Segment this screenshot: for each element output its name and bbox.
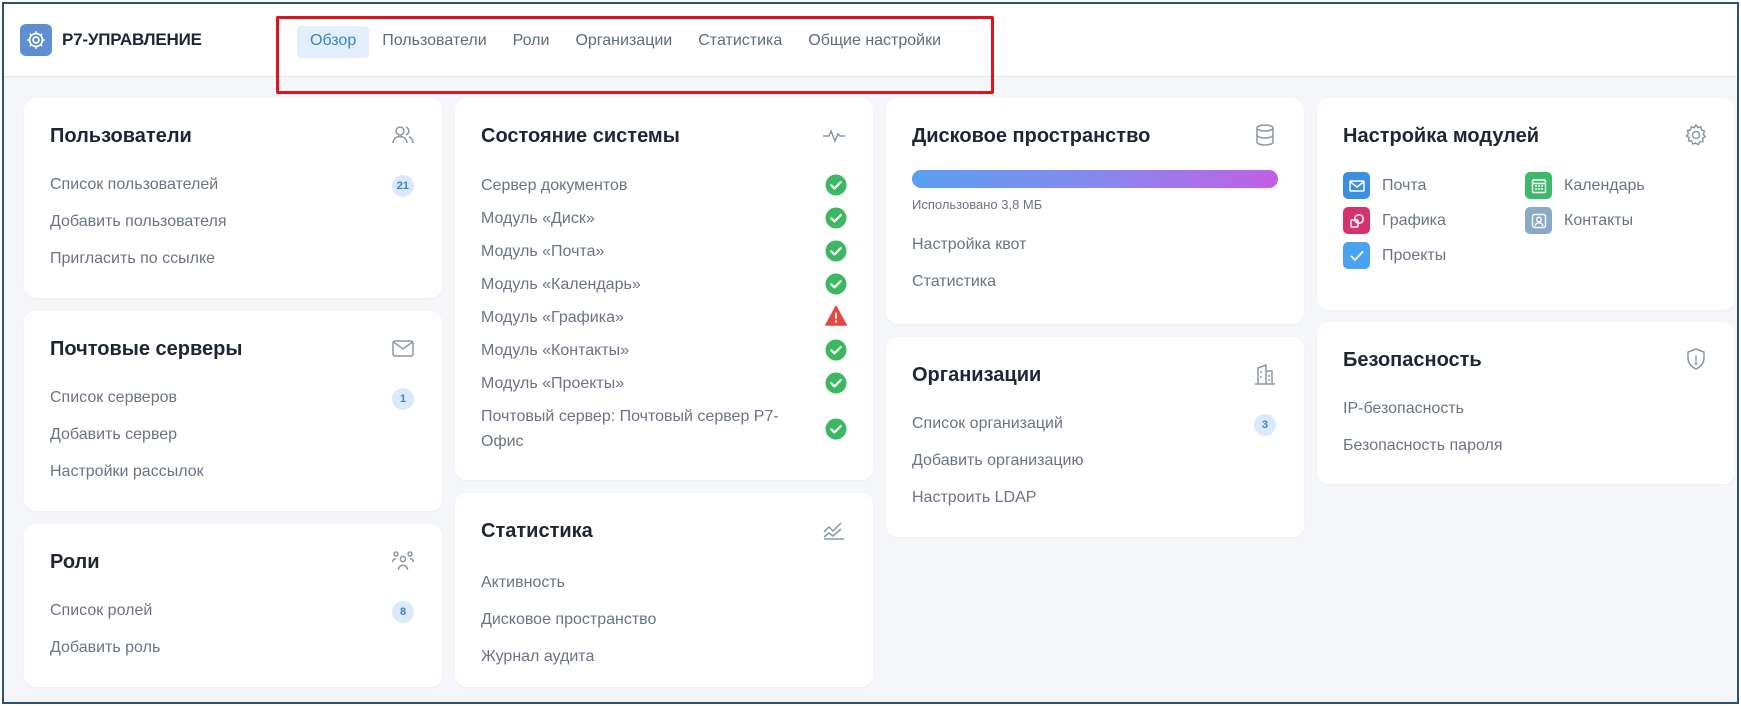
add-org-link[interactable]: Добавить организацию xyxy=(912,452,1083,470)
add-server-link[interactable]: Добавить сервер xyxy=(50,426,177,444)
modules-card: Настройка модулей Почта Календарь График… xyxy=(1317,98,1735,310)
disk-stats-link[interactable]: Дисковое пространство xyxy=(481,611,656,629)
roles-icon xyxy=(390,548,416,574)
statistics-card: Статистика Активность Дисковое пространс… xyxy=(455,493,873,687)
calendar-module-icon xyxy=(1525,172,1552,199)
quota-settings-link[interactable]: Настройка квот xyxy=(912,236,1026,254)
check-circle-icon xyxy=(825,174,847,196)
pulse-icon xyxy=(821,122,847,148)
invite-link[interactable]: Пригласить по ссылке xyxy=(50,250,215,268)
status-label: Модуль «Диск» xyxy=(481,210,595,227)
roles-count-badge: 8 xyxy=(392,601,414,623)
disk-space-card: Дисковое пространство Использовано 3,8 М… xyxy=(886,98,1304,324)
disk-used-text: Использовано 3,8 МБ xyxy=(912,197,1043,212)
app-window: Р7-УПРАВЛЕНИЕ Обзор Пользователи Роли Ор… xyxy=(2,2,1739,704)
status-row: Модуль «Почта» xyxy=(481,239,847,264)
add-role-link[interactable]: Добавить роль xyxy=(50,639,160,657)
activity-link[interactable]: Активность xyxy=(481,574,565,592)
check-circle-icon xyxy=(825,273,847,295)
add-user-link[interactable]: Добавить пользователя xyxy=(50,213,226,231)
roles-card-title: Роли xyxy=(50,551,100,573)
system-card-title: Состояние системы xyxy=(481,125,680,147)
gear-icon[interactable] xyxy=(20,24,52,56)
mailing-settings-link[interactable]: Настройки рассылок xyxy=(50,463,204,481)
module-calendar[interactable]: Календарь xyxy=(1525,172,1645,199)
status-row: Модуль «Проекты» xyxy=(481,371,847,396)
module-label: Почта xyxy=(1382,176,1427,194)
org-count-badge: 3 xyxy=(1254,414,1276,436)
database-icon xyxy=(1252,122,1278,148)
mail-icon xyxy=(390,335,416,361)
shield-icon xyxy=(1683,346,1709,372)
status-row: Модуль «Календарь» xyxy=(481,272,847,297)
warning-icon xyxy=(825,305,847,326)
users-count-badge: 21 xyxy=(391,175,414,197)
status-label: Модуль «Контакты» xyxy=(481,342,630,359)
module-label: Контакты xyxy=(1564,211,1634,229)
roles-card: Роли Список ролей 8 Добавить роль xyxy=(24,524,442,687)
module-graphics[interactable]: Графика xyxy=(1343,207,1446,234)
stats-card-title: Статистика xyxy=(481,520,593,542)
servers-list-link[interactable]: Список серверов xyxy=(50,389,177,407)
graphics-module-icon xyxy=(1343,207,1370,234)
security-card: Безопасность IP-безопасность Безопасност… xyxy=(1317,322,1735,484)
top-header: Р7-УПРАВЛЕНИЕ Обзор Пользователи Роли Ор… xyxy=(4,4,1737,94)
app-title: Р7-УПРАВЛЕНИЕ xyxy=(62,30,202,49)
users-icon xyxy=(390,122,416,148)
password-security-link[interactable]: Безопасность пароля xyxy=(1343,437,1503,455)
roles-list-link[interactable]: Список ролей xyxy=(50,602,152,620)
users-card-title: Пользователи xyxy=(50,125,192,147)
gear-icon[interactable] xyxy=(1683,122,1709,148)
check-circle-icon xyxy=(825,240,847,262)
org-card-title: Организации xyxy=(912,364,1042,386)
ip-security-link[interactable]: IP-безопасность xyxy=(1343,400,1464,418)
check-circle-icon xyxy=(825,418,847,440)
module-label: Графика xyxy=(1382,211,1446,229)
module-contacts[interactable]: Контакты xyxy=(1525,207,1633,234)
status-label: Почтовый сервер: Почтовый сервер Р7-Офис xyxy=(481,408,779,450)
status-row: Модуль «Контакты» xyxy=(481,338,847,363)
audit-log-link[interactable]: Журнал аудита xyxy=(481,648,594,666)
check-circle-icon xyxy=(825,372,847,394)
status-row: Модуль «Диск» xyxy=(481,206,847,231)
projects-module-icon xyxy=(1343,242,1370,269)
check-circle-icon xyxy=(825,339,847,361)
nav-highlight-box xyxy=(276,16,994,94)
status-row: Модуль «Графика» xyxy=(481,305,847,330)
status-label: Сервер документов xyxy=(481,177,628,194)
disk-card-title: Дисковое пространство xyxy=(912,125,1151,147)
organizations-card: Организации Список организаций 3 Добавит… xyxy=(886,337,1304,537)
org-list-link[interactable]: Список организаций xyxy=(912,415,1063,433)
disk-statistics-link[interactable]: Статистика xyxy=(912,273,996,291)
status-row: Почтовый сервер: Почтовый сервер Р7-Офис xyxy=(481,404,847,454)
chart-icon xyxy=(821,517,847,543)
users-card: Пользователи Список пользователей 21 Доб… xyxy=(24,98,442,298)
modules-card-title: Настройка модулей xyxy=(1343,125,1540,147)
module-projects[interactable]: Проекты xyxy=(1343,242,1446,269)
check-circle-icon xyxy=(825,207,847,229)
status-label: Модуль «Проекты» xyxy=(481,375,625,392)
status-row: Сервер документов xyxy=(481,173,847,198)
system-status-card: Состояние системы Сервер документов Моду… xyxy=(455,98,873,480)
module-mail[interactable]: Почта xyxy=(1343,172,1426,199)
module-label: Проекты xyxy=(1382,246,1447,264)
status-label: Модуль «Календарь» xyxy=(481,276,641,293)
mail-module-icon xyxy=(1343,172,1370,199)
building-icon xyxy=(1252,361,1278,387)
servers-count-badge: 1 xyxy=(392,388,414,410)
disk-usage-bar xyxy=(912,170,1278,188)
module-label: Календарь xyxy=(1564,176,1645,194)
status-label: Модуль «Почта» xyxy=(481,243,605,260)
mail-card-title: Почтовые серверы xyxy=(50,338,243,360)
status-label: Модуль «Графика» xyxy=(481,309,624,326)
contacts-module-icon xyxy=(1525,207,1552,234)
security-card-title: Безопасность xyxy=(1343,349,1482,371)
users-list-link[interactable]: Список пользователей xyxy=(50,176,218,194)
mail-servers-card: Почтовые серверы Список серверов 1 Добав… xyxy=(24,311,442,511)
ldap-link[interactable]: Настроить LDAP xyxy=(912,489,1036,507)
